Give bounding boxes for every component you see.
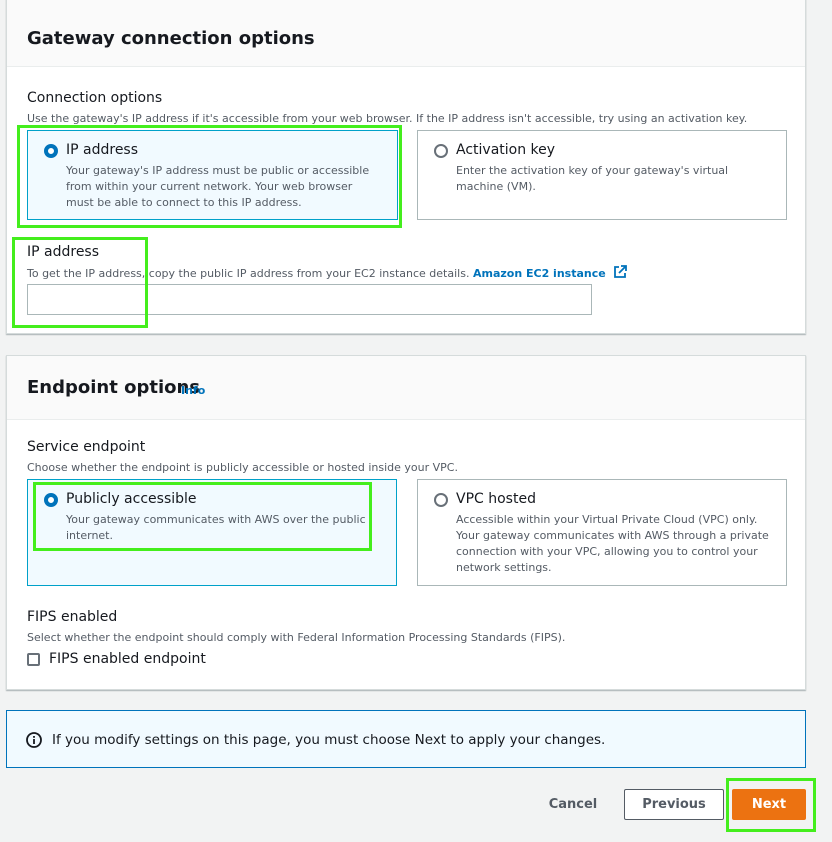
previous-button[interactable]: Previous xyxy=(624,789,724,820)
radio-unselected-icon[interactable] xyxy=(434,493,448,507)
endpoint-options-panel: Endpoint options Info Service endpoint C… xyxy=(6,355,806,690)
connection-options-label: Connection options xyxy=(27,90,163,106)
ip-address-label: IP address xyxy=(27,244,100,260)
fips-checkbox-label[interactable]: FIPS enabled endpoint xyxy=(49,651,206,667)
option-title: Publicly accessible xyxy=(66,491,197,507)
service-endpoint-label: Service endpoint xyxy=(27,439,146,455)
ip-address-description: To get the IP address, copy the public I… xyxy=(27,265,628,280)
ip-address-option[interactable]: IP address Your gateway's IP address mus… xyxy=(27,130,398,220)
option-description: Accessible within your Virtual Private C… xyxy=(456,513,769,574)
info-alert: If you modify settings on this page, you… xyxy=(6,710,806,768)
fips-enabled-checkbox[interactable] xyxy=(27,653,40,666)
panel-header: Endpoint options Info xyxy=(7,356,805,420)
ip-address-input[interactable] xyxy=(27,284,592,315)
option-description: Your gateway's IP address must be public… xyxy=(66,164,370,209)
alert-text: If you modify settings on this page, you… xyxy=(52,732,606,748)
publicly-accessible-option[interactable]: Publicly accessible Your gateway communi… xyxy=(27,479,397,586)
option-description: Enter the activation key of your gateway… xyxy=(456,164,729,193)
service-endpoint-description: Choose whether the endpoint is publicly … xyxy=(27,461,458,474)
fips-enabled-label: FIPS enabled xyxy=(27,609,118,625)
option-title: VPC hosted xyxy=(456,491,536,507)
radio-selected-icon[interactable] xyxy=(44,493,58,507)
cancel-button[interactable]: Cancel xyxy=(545,788,601,820)
vpc-hosted-option[interactable]: VPC hosted Accessible within your Virtua… xyxy=(417,479,787,586)
panel-title: Endpoint options xyxy=(27,377,201,398)
option-title: Activation key xyxy=(456,142,556,158)
option-title: IP address xyxy=(66,142,139,158)
radio-selected-icon[interactable] xyxy=(44,144,58,158)
external-link-icon[interactable] xyxy=(613,265,628,279)
info-link[interactable]: Info xyxy=(181,384,205,397)
fips-description: Select whether the endpoint should compl… xyxy=(27,631,566,644)
panel-header: Gateway connection options xyxy=(7,0,805,67)
info-icon xyxy=(26,732,42,748)
gateway-connection-panel: Gateway connection options Connection op… xyxy=(6,0,806,334)
activation-key-option[interactable]: Activation key Enter the activation key … xyxy=(417,130,787,220)
connection-options-description: Use the gateway's IP address if it's acc… xyxy=(27,112,748,125)
panel-title: Gateway connection options xyxy=(27,28,315,49)
option-description: Your gateway communicates with AWS over … xyxy=(66,513,366,542)
radio-unselected-icon[interactable] xyxy=(434,144,448,158)
amazon-ec2-instance-link[interactable]: Amazon EC2 instance xyxy=(473,267,606,280)
next-button[interactable]: Next xyxy=(732,789,806,820)
